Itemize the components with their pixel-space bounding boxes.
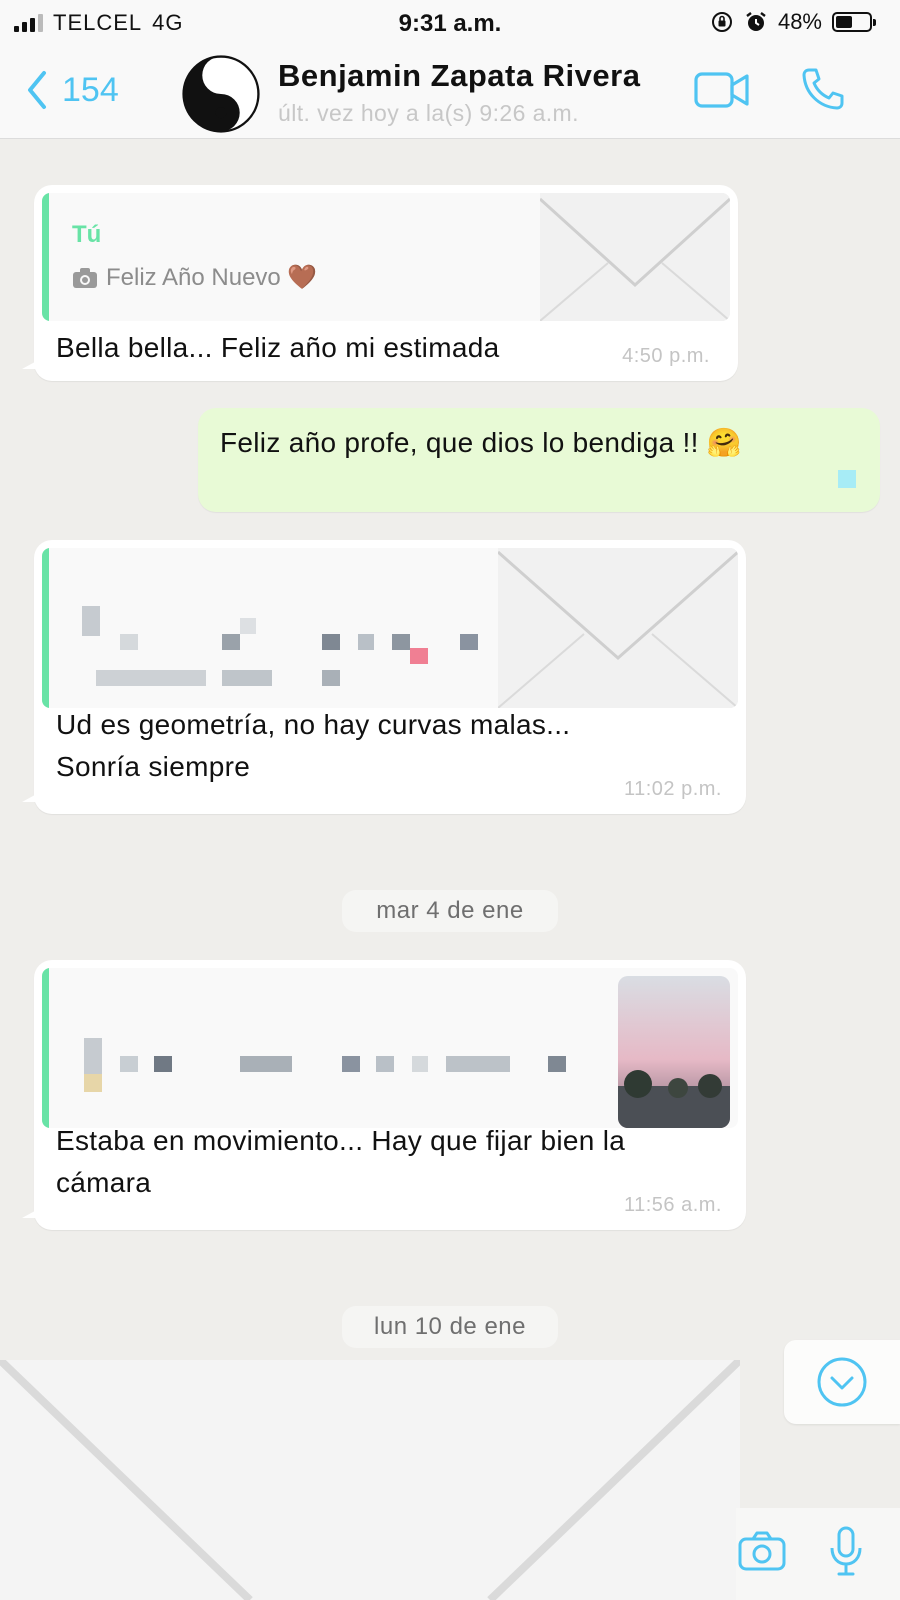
battery-percent: 48% (777, 9, 822, 34)
avatar[interactable] (182, 55, 260, 133)
scroll-to-bottom-button[interactable] (784, 1340, 900, 1424)
message-bubble-incoming[interactable]: Tú Feliz Año Nuevo 🤎 Bella bella... Feli… (22, 185, 738, 381)
envelope-icon (0, 1360, 740, 1600)
status-bar: TELCEL 4G 9:31 a.m. 48% (0, 0, 900, 50)
microphone-button[interactable] (828, 1526, 864, 1583)
sunset-photo-icon (618, 976, 730, 1128)
message-text: Feliz año profe, que dios lo bendiga !! … (220, 427, 742, 458)
quote-bar (42, 968, 49, 1128)
video-camera-icon (694, 72, 749, 108)
quoted-message[interactable]: Tú Feliz Año Nuevo 🤎 (42, 193, 730, 321)
quote-bar (42, 193, 49, 321)
date-separator: lun 10 de ene (342, 1306, 558, 1348)
envelope-icon (540, 193, 730, 321)
message-time: 11:56 a.m. (623, 1194, 722, 1216)
alarm-icon (746, 12, 766, 31)
camera-button[interactable] (738, 1530, 786, 1577)
quote-bar (42, 548, 49, 708)
chevron-down-circle-icon (817, 1357, 867, 1407)
video-call-button[interactable] (694, 70, 750, 115)
message-bubble-incoming[interactable]: Ud es geometría, no hay curvas malas... … (22, 540, 746, 814)
message-text-line2: cámara (56, 1167, 152, 1198)
phone-icon (802, 68, 844, 110)
quote-photo-thumbnail (618, 976, 730, 1128)
back-button[interactable]: 154 (26, 70, 119, 110)
message-text-line1: Ud es geometría, no hay curvas malas... (56, 709, 571, 740)
battery-icon (832, 12, 876, 32)
chat-header: 154 Benjamin Zapata Rivera últ. vez hoy … (0, 50, 900, 139)
voice-call-button[interactable] (800, 66, 846, 117)
read-receipt-icon (838, 470, 856, 488)
quote-text: Feliz Año Nuevo 🤎 (106, 264, 318, 291)
message-bubble-incoming[interactable]: Estaba en movimiento... Hay que fijar bi… (22, 960, 746, 1230)
yin-yang-icon (182, 55, 260, 133)
quoted-message[interactable] (42, 548, 738, 708)
camera-icon (738, 1531, 786, 1571)
message-text-line2: Sonría siempre (56, 751, 251, 782)
quote-thumbnail (498, 548, 738, 708)
quoted-message[interactable] (42, 968, 738, 1128)
orientation-lock-icon (711, 12, 732, 32)
message-text-line1: Estaba en movimiento... Hay que fijar bi… (56, 1125, 626, 1156)
unread-count: 154 (62, 70, 119, 109)
message-time: 4:50 p.m. (622, 345, 710, 367)
microphone-icon (830, 1526, 862, 1576)
envelope-icon (498, 548, 738, 708)
contact-name[interactable]: Benjamin Zapata Rivera (278, 58, 640, 94)
status-right: 48% (710, 9, 876, 35)
input-bar (736, 1508, 900, 1600)
message-bubble-outgoing[interactable]: Feliz año profe, que dios lo bendiga !! … (198, 408, 880, 512)
chevron-left-icon (28, 71, 46, 109)
date-separator: mar 4 de ene (342, 890, 558, 932)
quote-author: Tú (72, 221, 102, 248)
message-time: 11:02 p.m. (623, 778, 722, 800)
camera-icon (73, 267, 97, 288)
quote-thumbnail (540, 193, 730, 321)
message-text: Bella bella... Feliz año mi estimada (56, 332, 500, 363)
last-seen-status: últ. vez hoy a la(s) 9:26 a.m. (278, 100, 579, 126)
quote-text-row: Feliz Año Nuevo 🤎 (72, 263, 317, 292)
image-message-preview[interactable] (0, 1360, 740, 1600)
